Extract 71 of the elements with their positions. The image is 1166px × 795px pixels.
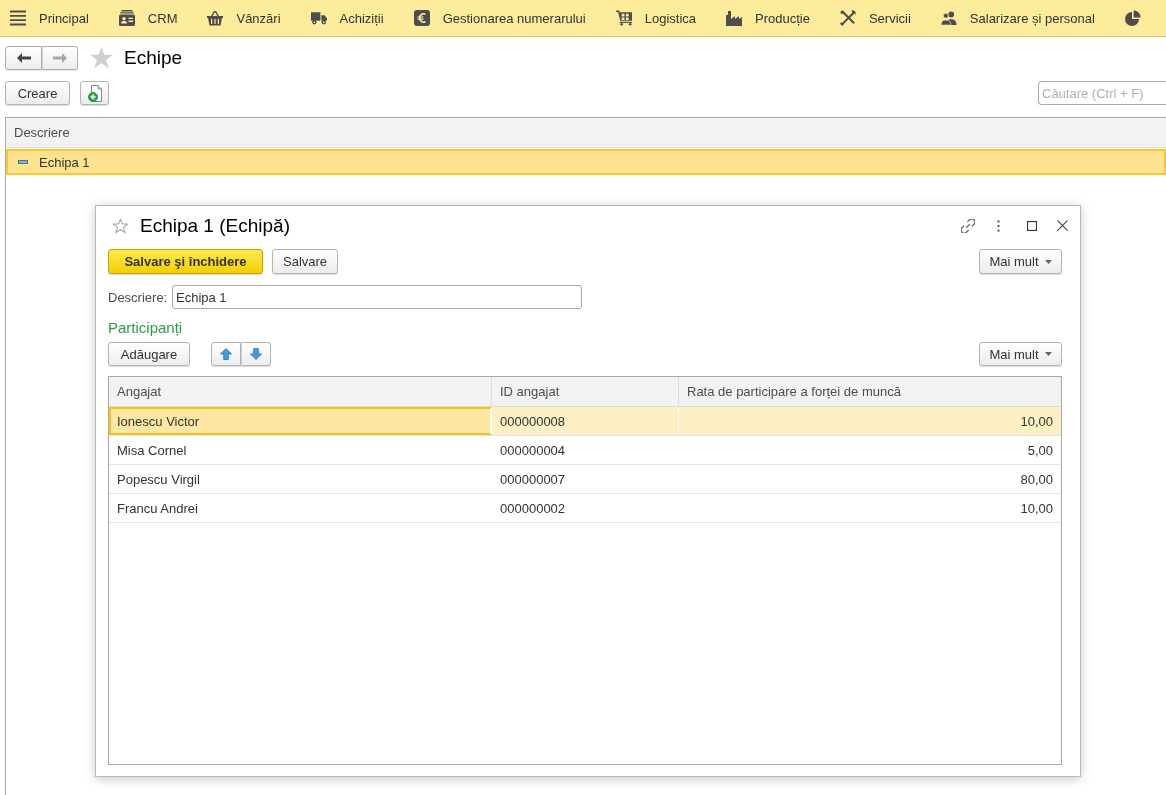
table-cell-text: 000000007 [499, 470, 567, 489]
add-button[interactable]: Adăugare [108, 342, 190, 366]
up-arrow-icon [220, 348, 232, 360]
table-cell-text: 80,00 [1019, 470, 1054, 489]
truck-icon [310, 10, 327, 26]
menu-icon [10, 10, 26, 26]
section-menu-item[interactable]: Logistica [605, 0, 716, 36]
people-icon [940, 10, 957, 26]
section-menu-item[interactable]: Achiziții [300, 0, 404, 36]
column-header[interactable]: ID angajat [492, 377, 679, 406]
section-title: Participanți [108, 319, 183, 337]
down-arrow-icon [250, 348, 262, 360]
description-field[interactable]: Echipa 1 [172, 285, 582, 309]
maximize-icon[interactable] [1027, 220, 1037, 231]
back-arrow-icon [16, 52, 31, 63]
table-cell-text: 10,00 [1019, 499, 1054, 518]
section-menu-item[interactable]: Producție [716, 0, 830, 36]
pie-chart-icon [1124, 10, 1141, 26]
section-menu-item[interactable]: Gestionarea numerarului [403, 0, 606, 36]
table-cell-text: 5,00 [1026, 441, 1054, 460]
add-document-button[interactable] [80, 81, 109, 105]
create-button[interactable]: Creare [5, 81, 70, 105]
column-header[interactable]: Angajat [109, 377, 492, 406]
dialog-title: Echipa 1 (Echipă) [140, 214, 290, 237]
basket-icon [207, 10, 224, 26]
section-menu-item[interactable]: Salarizare și personal [930, 0, 1115, 36]
table-cell-text: Popescu Virgil [116, 470, 201, 489]
column-header[interactable]: Rata de participare a forței de muncă [679, 377, 1061, 406]
field-label: Descriere: [108, 289, 169, 305]
column-header[interactable]: Descriere [6, 125, 70, 140]
more-options-icon[interactable] [997, 219, 1000, 232]
factory-icon [726, 10, 742, 26]
caret-icon [1044, 352, 1052, 356]
document-plus-icon [87, 84, 102, 102]
contact-card-icon [118, 10, 135, 26]
more-button[interactable]: Mai mult [979, 342, 1062, 366]
tools-icon [839, 10, 856, 26]
list-row[interactable]: Echipa 1 [6, 149, 1166, 175]
section-menu-item[interactable]: Principal [0, 0, 109, 36]
section-menu-item[interactable]: Vânzări [197, 0, 301, 36]
star-outline-icon[interactable] [112, 217, 129, 234]
section-menu-item[interactable]: CRM [108, 0, 198, 36]
table-cell: Ionescu Victor [109, 407, 492, 435]
close-icon[interactable] [1057, 220, 1068, 231]
table-cell-text: Misa Cornel [116, 441, 188, 460]
search-field[interactable]: Căutare (Ctrl + F) [1038, 81, 1166, 105]
link-icon[interactable] [961, 218, 975, 233]
euro-icon [413, 10, 430, 26]
back-button[interactable] [5, 45, 42, 70]
table-row[interactable]: Misa Cornel 000000004 5,00 [109, 436, 1061, 465]
list-row-text: Echipa 1 [39, 154, 90, 170]
save-button[interactable]: Salvare [272, 249, 339, 274]
table-cell-text: Francu Andrei [116, 499, 199, 518]
table-row[interactable]: Francu Andrei 000000002 10,00 [109, 494, 1061, 523]
table-cell: 000000008 [492, 407, 679, 435]
table-cell-text: 000000002 [499, 499, 567, 518]
page-title: Echipe [124, 46, 183, 69]
table-row[interactable]: Ionescu Victor 000000008 10,00 [109, 407, 1061, 436]
table-cell-text: 000000004 [499, 441, 567, 460]
cart-icon [615, 10, 632, 26]
dash-icon [18, 160, 28, 164]
save-and-close-button[interactable]: Salvare şi închidere [108, 249, 263, 274]
section-menu-item[interactable]: Servicii [829, 0, 931, 36]
table-cell-text: 10,00 [1019, 412, 1054, 431]
star-icon[interactable] [90, 46, 113, 69]
table-row[interactable]: Popescu Virgil 000000007 80,00 [109, 465, 1061, 494]
move-down-button[interactable] [241, 342, 271, 366]
caret-icon [1044, 259, 1052, 264]
move-up-button[interactable] [211, 342, 241, 366]
forward-arrow-icon [53, 52, 67, 63]
more-button[interactable]: Mai mult [979, 249, 1062, 274]
